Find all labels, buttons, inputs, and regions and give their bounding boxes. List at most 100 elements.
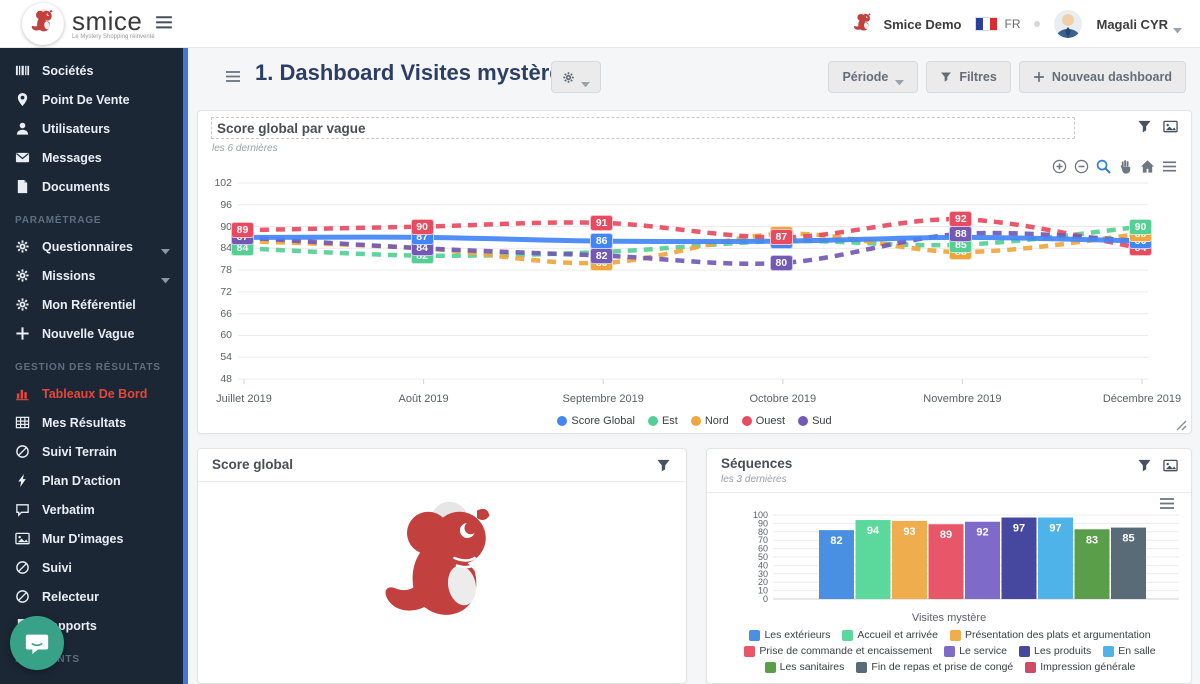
legend-item-sud[interactable]: Sud xyxy=(798,415,832,427)
status-dot xyxy=(1034,21,1040,27)
user-avatar[interactable] xyxy=(1054,10,1082,38)
sidebar-item-plan-d-action[interactable]: Plan D'action xyxy=(0,466,188,495)
zoom-in-icon[interactable] xyxy=(1052,159,1067,174)
compass-icon xyxy=(15,589,30,604)
pin-icon xyxy=(15,92,30,107)
legend-swatch xyxy=(842,630,853,641)
chat-bubble-icon xyxy=(24,630,50,656)
data-label-sud: 88 xyxy=(949,226,972,242)
legend-item-prise-de-commande-et-encaissement[interactable]: Prise de commande et encaissement xyxy=(744,645,932,657)
chat-widget-button[interactable] xyxy=(10,616,64,670)
chart-menu-icon[interactable] xyxy=(1162,159,1177,174)
user-icon xyxy=(15,121,30,136)
legend-item-fin-de-repas-et-prise-de-conge[interactable]: Fin de repas et prise de congé xyxy=(856,661,1013,673)
widget-filter-icon[interactable] xyxy=(1137,458,1153,473)
nouveau-dashboard-button[interactable]: Nouveau dashboard xyxy=(1019,61,1186,93)
sidebar-item-questionnaires[interactable]: Questionnaires xyxy=(0,232,188,261)
legend-item-les-sanitaires[interactable]: Les sanitaires xyxy=(765,661,845,673)
legend-item-les-produits[interactable]: Les produits xyxy=(1019,645,1091,657)
sidebar-item-suivi[interactable]: Suivi xyxy=(0,553,188,582)
legend-item-ouest[interactable]: Ouest xyxy=(742,415,785,427)
line-chart-svg xyxy=(238,177,1148,389)
widget-filter-icon[interactable] xyxy=(1137,119,1153,134)
legend-item-score-global[interactable]: Score Global xyxy=(557,415,635,427)
filtres-button[interactable]: Filtres xyxy=(926,61,1011,93)
legend-dot xyxy=(648,416,658,426)
sidebar-item-label: Sociétés xyxy=(42,64,93,78)
sidebar-item-relecteur[interactable]: Relecteur xyxy=(0,582,188,611)
sidebar-toggle-icon[interactable] xyxy=(155,15,173,31)
legend-item-nord[interactable]: Nord xyxy=(691,415,729,427)
sidebar-item-tableaux-de-bord[interactable]: Tableaux De Bord xyxy=(0,379,188,408)
sidebar-item-label: Relecteur xyxy=(42,590,99,604)
sidebar-item-mes-resultats[interactable]: Mes Résultats xyxy=(0,408,188,437)
image-icon xyxy=(15,531,30,546)
legend-item-en-salle[interactable]: En salle xyxy=(1103,645,1155,657)
chevron-down-icon xyxy=(161,244,170,250)
user-menu[interactable]: Magali CYR xyxy=(1096,17,1182,32)
mouse-logo-icon xyxy=(22,3,64,45)
resize-handle[interactable] xyxy=(1175,418,1187,430)
sidebar-item-societes[interactable]: Sociétés xyxy=(0,56,188,85)
sidebar-item-label: Suivi xyxy=(42,561,72,575)
pan-icon[interactable] xyxy=(1118,159,1133,174)
sidebar-item-nouvelle-vague[interactable]: Nouvelle Vague xyxy=(0,319,188,348)
sidebar-item-mur-d-images[interactable]: Mur D'images xyxy=(0,524,188,553)
box-zoom-icon[interactable] xyxy=(1096,159,1111,174)
x-tick: Novembre 2019 xyxy=(912,393,1012,405)
french-flag-icon xyxy=(975,17,997,31)
page-header: 1. Dashboard Visites mystère Période Fil… xyxy=(193,48,1200,106)
legend-item-les-exterieurs[interactable]: Les extérieurs xyxy=(749,629,830,641)
sidebar-item-verbatim[interactable]: Verbatim xyxy=(0,495,188,524)
dashboard-settings-button[interactable] xyxy=(551,61,601,93)
sidebar-item-label: Verbatim xyxy=(42,503,95,517)
sidebar-item-missions[interactable]: Missions xyxy=(0,261,188,290)
zoom-out-icon[interactable] xyxy=(1074,159,1089,174)
widget-title: Score global xyxy=(212,457,293,472)
language-selector[interactable]: FR xyxy=(975,17,1020,31)
sidebar-item-utilisateurs[interactable]: Utilisateurs xyxy=(0,114,188,143)
widget-image-icon[interactable] xyxy=(1163,458,1179,473)
data-label-sud: 82 xyxy=(590,248,613,264)
sidebar-item-suivi-terrain[interactable]: Suivi Terrain xyxy=(0,437,188,466)
chevron-down-icon xyxy=(581,74,590,80)
legend-item-presentation-des-plats-et-argumentation[interactable]: Présentation des plats et argumentation xyxy=(950,629,1151,641)
sidebar-item-label: Documents xyxy=(42,180,110,194)
sidebar-item-messages[interactable]: Messages xyxy=(0,143,188,172)
periode-button[interactable]: Période xyxy=(828,61,918,93)
sidebar-item-mon-referentiel[interactable]: Mon Référentiel xyxy=(0,290,188,319)
account-switcher[interactable]: Smice Demo xyxy=(851,11,961,38)
dashboard-menu-icon[interactable] xyxy=(225,70,241,84)
sidebar-item-documents[interactable]: Documents xyxy=(0,172,188,201)
barchart-icon xyxy=(15,386,30,401)
x-tick: Octobre 2019 xyxy=(733,393,833,405)
legend-item-accueil-et-arrivee[interactable]: Accueil et arrivée xyxy=(842,629,938,641)
loading-mouse-illustration xyxy=(367,493,517,648)
gear-icon xyxy=(15,297,30,312)
file-icon xyxy=(15,179,30,194)
legend-item-le-service[interactable]: Le service xyxy=(944,645,1007,657)
sidebar-item-point-de-vente[interactable]: Point De Vente xyxy=(0,85,188,114)
sidebar-item-label: Questionnaires xyxy=(42,240,133,254)
legend-item-est[interactable]: Est xyxy=(648,415,678,427)
account-name: Smice Demo xyxy=(883,17,961,32)
y-tick: 54 xyxy=(204,351,232,363)
bar-chart-xlabel: Visites mystère xyxy=(707,612,1191,624)
sidebar-scrollbar[interactable] xyxy=(183,48,188,684)
legend-dot xyxy=(742,416,752,426)
account-mouse-icon xyxy=(851,11,875,38)
data-label-ouest: 92 xyxy=(949,211,972,227)
y-tick: 90 xyxy=(204,221,232,233)
brand-name: smice xyxy=(72,9,155,33)
x-tick: Juillet 2019 xyxy=(194,393,294,405)
widget-image-icon[interactable] xyxy=(1163,119,1179,134)
chevron-down-icon xyxy=(895,74,904,80)
chart-menu-icon[interactable] xyxy=(1159,497,1175,509)
brand-logo[interactable]: smice Le Mystery Shopping réinventé xyxy=(22,3,155,45)
reset-axes-icon[interactable] xyxy=(1140,159,1155,174)
card-score-global: Score global xyxy=(197,448,687,684)
data-label-est: 90 xyxy=(1129,219,1152,235)
widget-title-editable[interactable]: Score global par vague xyxy=(211,117,1075,139)
legend-item-impression-generale[interactable]: Impression générale xyxy=(1025,661,1135,673)
widget-filter-icon[interactable] xyxy=(656,458,672,473)
